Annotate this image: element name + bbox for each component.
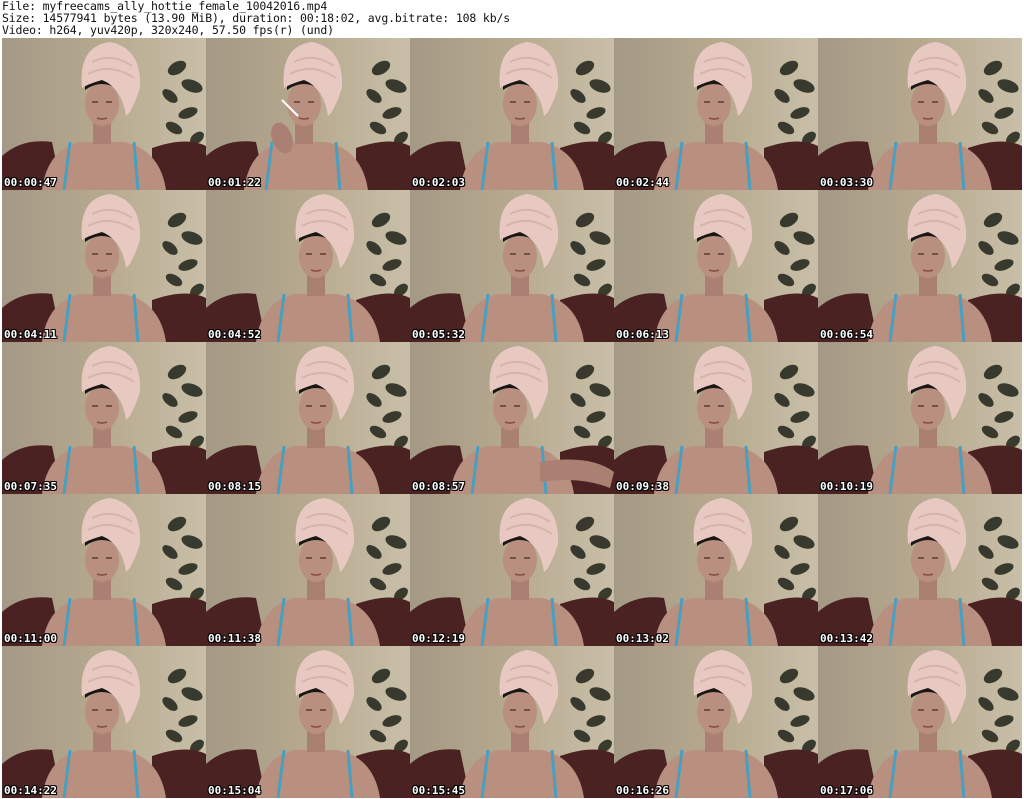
frame-timestamp: 00:13:42 bbox=[820, 632, 873, 645]
thumbnail-frame: 00:02:44 bbox=[614, 38, 818, 190]
thumbnail-frame: 00:06:54 bbox=[818, 190, 1022, 342]
frame-image bbox=[818, 38, 1022, 190]
frame-image bbox=[206, 494, 410, 646]
frame-timestamp: 00:09:38 bbox=[616, 480, 669, 493]
frame-timestamp: 00:04:11 bbox=[4, 328, 57, 341]
frame-image bbox=[206, 342, 410, 494]
thumbnail-frame: 00:16:26 bbox=[614, 646, 818, 798]
frame-image bbox=[614, 494, 818, 646]
thumbnail-frame: 00:13:02 bbox=[614, 494, 818, 646]
thumbnail-frame: 00:15:04 bbox=[206, 646, 410, 798]
frame-image bbox=[818, 494, 1022, 646]
video-info-line: Video: h264, yuv420p, 320x240, 57.50 fps… bbox=[2, 23, 334, 37]
frame-image bbox=[818, 190, 1022, 342]
frame-image bbox=[818, 646, 1022, 798]
frame-timestamp: 00:10:19 bbox=[820, 480, 873, 493]
frame-image bbox=[614, 646, 818, 798]
frame-image bbox=[818, 342, 1022, 494]
frame-image bbox=[410, 494, 614, 646]
frame-timestamp: 00:11:38 bbox=[208, 632, 261, 645]
frame-image bbox=[206, 38, 410, 190]
thumbnail-frame: 00:06:13 bbox=[614, 190, 818, 342]
thumbnail-frame: 00:08:15 bbox=[206, 342, 410, 494]
thumbnail-frame: 00:01:22 bbox=[206, 38, 410, 190]
frame-timestamp: 00:12:19 bbox=[412, 632, 465, 645]
frame-image bbox=[2, 342, 206, 494]
thumbnail-frame: 00:04:11 bbox=[2, 190, 206, 342]
frame-timestamp: 00:17:06 bbox=[820, 784, 873, 797]
frame-timestamp: 00:15:04 bbox=[208, 784, 261, 797]
frame-timestamp: 00:06:13 bbox=[616, 328, 669, 341]
frame-timestamp: 00:00:47 bbox=[4, 176, 57, 189]
thumbnail-frame: 00:05:32 bbox=[410, 190, 614, 342]
frame-timestamp: 00:05:32 bbox=[412, 328, 465, 341]
frame-timestamp: 00:15:45 bbox=[412, 784, 465, 797]
frame-timestamp: 00:14:22 bbox=[4, 784, 57, 797]
frame-timestamp: 00:01:22 bbox=[208, 176, 261, 189]
thumbnail-frame: 00:15:45 bbox=[410, 646, 614, 798]
frame-timestamp: 00:04:52 bbox=[208, 328, 261, 341]
frame-image bbox=[2, 38, 206, 190]
frame-image bbox=[2, 190, 206, 342]
frame-image bbox=[206, 646, 410, 798]
frame-image bbox=[614, 38, 818, 190]
frame-image bbox=[2, 646, 206, 798]
frame-timestamp: 00:11:00 bbox=[4, 632, 57, 645]
frame-image bbox=[410, 190, 614, 342]
thumbnail-frame: 00:09:38 bbox=[614, 342, 818, 494]
frame-timestamp: 00:03:30 bbox=[820, 176, 873, 189]
thumbnail-grid: 00:00:47 00:01:22 00:02:03 00:02:44 00:03:30… bbox=[0, 38, 1024, 799]
thumbnail-frame: 00:10:19 bbox=[818, 342, 1022, 494]
frame-image bbox=[614, 342, 818, 494]
thumbnail-frame: 00:07:35 bbox=[2, 342, 206, 494]
info-header: File: myfreecams_ally_hottie_female_1004… bbox=[0, 0, 1024, 38]
frame-image bbox=[410, 646, 614, 798]
thumbnail-frame: 00:03:30 bbox=[818, 38, 1022, 190]
frame-timestamp: 00:02:44 bbox=[616, 176, 669, 189]
thumbnail-frame: 00:04:52 bbox=[206, 190, 410, 342]
frame-timestamp: 00:07:35 bbox=[4, 480, 57, 493]
thumbnail-frame: 00:00:47 bbox=[2, 38, 206, 190]
frame-image bbox=[410, 38, 614, 190]
frame-timestamp: 00:08:57 bbox=[412, 480, 465, 493]
thumbnail-frame: 00:14:22 bbox=[2, 646, 206, 798]
thumbnail-frame: 00:08:57 bbox=[410, 342, 614, 494]
thumbnail-frame: 00:02:03 bbox=[410, 38, 614, 190]
thumbnail-frame: 00:11:38 bbox=[206, 494, 410, 646]
thumbnail-frame: 00:17:06 bbox=[818, 646, 1022, 798]
thumbnail-frame: 00:12:19 bbox=[410, 494, 614, 646]
frame-image bbox=[410, 342, 614, 494]
thumbnail-frame: 00:13:42 bbox=[818, 494, 1022, 646]
thumbnail-frame: 00:11:00 bbox=[2, 494, 206, 646]
frame-timestamp: 00:02:03 bbox=[412, 176, 465, 189]
frame-timestamp: 00:13:02 bbox=[616, 632, 669, 645]
frame-timestamp: 00:08:15 bbox=[208, 480, 261, 493]
frame-image bbox=[614, 190, 818, 342]
frame-timestamp: 00:16:26 bbox=[616, 784, 669, 797]
frame-image bbox=[2, 494, 206, 646]
frame-image bbox=[206, 190, 410, 342]
frame-timestamp: 00:06:54 bbox=[820, 328, 873, 341]
